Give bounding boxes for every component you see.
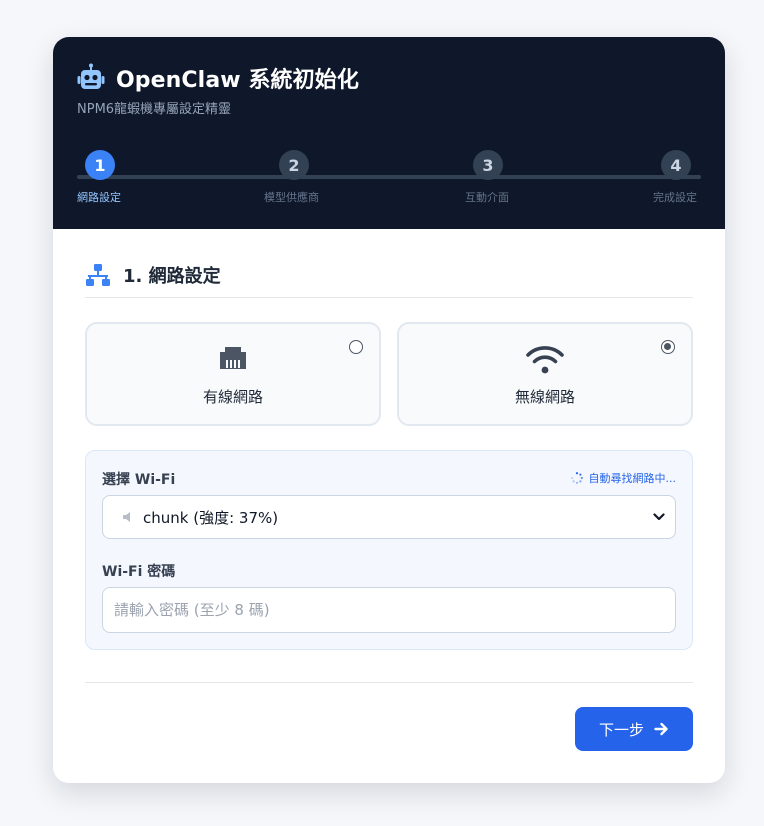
next-button-label: 下一步	[598, 720, 644, 739]
section-divider	[85, 297, 693, 298]
wifi-select-label: 選擇 Wi-Fi	[102, 472, 176, 488]
wired-label: 有線網路	[202, 388, 263, 406]
step-2-circle: 2	[279, 150, 309, 180]
wired-option[interactable]: 有線網路	[85, 322, 381, 426]
next-button[interactable]: 下一步	[575, 707, 693, 751]
ethernet-icon	[220, 347, 246, 369]
step-1-label: 網路設定	[77, 191, 121, 204]
wifi-select-value: chunk (強度: 37%)	[143, 508, 279, 527]
wired-radio[interactable]	[349, 340, 363, 354]
wifi-select[interactable]: chunk (強度: 37%)	[102, 495, 676, 539]
wifi-settings-panel: 選擇 Wi-Fi 自動尋找網路中... chunk (強度: 37%) Wi-F…	[85, 450, 693, 650]
chevron-down-icon	[653, 513, 665, 521]
spinner-icon	[570, 472, 583, 484]
step-4-circle: 4	[661, 150, 691, 180]
step-4-label: 完成設定	[653, 191, 697, 204]
wifi-password-label: Wi-Fi 密碼	[102, 564, 176, 580]
page-title: OpenClaw 系統初始化	[116, 68, 359, 93]
step-1-circle: 1	[85, 150, 115, 180]
speaker-icon	[123, 512, 130, 522]
step-3-circle: 3	[473, 150, 503, 180]
page-subtitle: NPM6龍蝦機專屬設定精靈	[77, 102, 232, 117]
scan-status-text: 自動尋找網路中...	[588, 472, 677, 485]
setup-card: OpenClaw 系統初始化 NPM6龍蝦機專屬設定精靈 1 2 3 4 網路設…	[53, 37, 725, 783]
progress-track	[77, 175, 701, 179]
step-3-label: 互動介面	[465, 191, 509, 204]
footer-divider	[85, 682, 693, 683]
wireless-option[interactable]: 無線網路	[397, 322, 693, 426]
title-row: OpenClaw 系統初始化	[76, 62, 359, 94]
scan-status: 自動尋找網路中...	[570, 470, 677, 486]
wireless-label: 無線網路	[514, 388, 575, 406]
wifi-password-input[interactable]	[102, 587, 676, 633]
robot-icon	[77, 63, 105, 89]
section-header: 1. 網路設定	[85, 262, 221, 288]
wizard-header: OpenClaw 系統初始化 NPM6龍蝦機專屬設定精靈 1 2 3 4 網路設…	[53, 37, 725, 229]
wireless-radio[interactable]	[661, 340, 675, 354]
network-icon	[86, 264, 110, 286]
step-2-label: 模型供應商	[264, 191, 319, 204]
wifi-icon	[526, 346, 564, 374]
arrow-right-icon	[654, 722, 668, 736]
section-title: 1. 網路設定	[123, 266, 221, 287]
